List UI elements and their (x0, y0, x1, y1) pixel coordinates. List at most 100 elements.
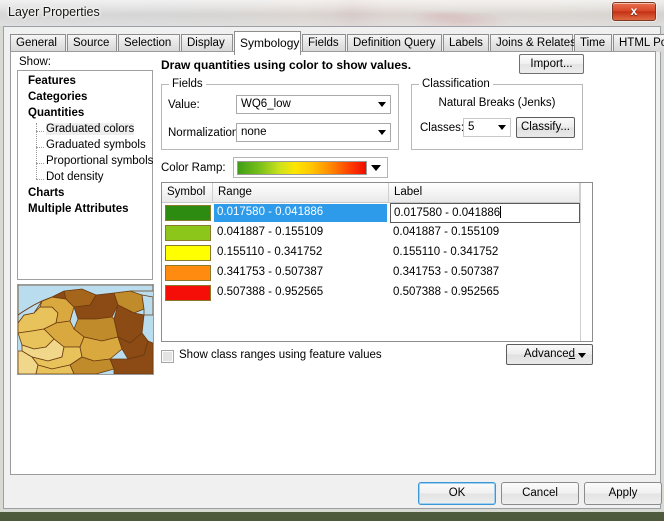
table-row[interactable]: 0.155110 - 0.341752 0.155110 - 0.341752 (162, 243, 592, 263)
import-button[interactable]: Import... (519, 54, 584, 74)
apply-button[interactable]: Apply (584, 482, 662, 505)
tree-connector-vertical-icon (36, 123, 37, 179)
window-client-area: General Source Selection Display Symbology Fi… (0, 26, 664, 512)
tab-label: Definition Query (353, 37, 436, 49)
normalization-combo[interactable]: none (236, 123, 391, 142)
tab-html-popup[interactable]: HTML Popup (613, 34, 664, 52)
show-class-ranges-label: Show class ranges using feature values (179, 349, 382, 361)
label-cell-text: 0.017580 - 0.041886 (394, 207, 501, 219)
symbol-swatch[interactable] (165, 225, 211, 241)
tab-fields[interactable]: Fields (302, 34, 346, 52)
value-field-combo[interactable]: WQ6_low (236, 95, 391, 114)
range-cell[interactable]: 0.507388 - 0.952565 (214, 284, 387, 302)
color-ramp-combo[interactable] (233, 157, 388, 178)
cancel-button[interactable]: Cancel (501, 482, 579, 505)
tree-item-charts[interactable]: Charts (28, 187, 64, 199)
tab-label: General (16, 37, 57, 49)
classes-combo[interactable]: 5 (463, 118, 511, 137)
symbology-tab-page: Show: Features Categories Quantities Gradua… (10, 51, 656, 475)
grid-header-row: Symbol Range Label (162, 183, 592, 203)
grid-header-symbol[interactable]: Symbol (162, 183, 213, 203)
advanced-button-label-underlined: d (568, 348, 576, 360)
tree-item-quantities[interactable]: Quantities (28, 107, 84, 119)
classes-selected: 5 (468, 121, 475, 133)
tree-item-proportional-symbols[interactable]: Proportional symbols (46, 155, 153, 167)
normalization-label: Normalization: (168, 127, 242, 139)
show-class-ranges-checkbox[interactable] (161, 350, 174, 363)
fields-group-title: Fields (169, 78, 206, 90)
page-headline: Draw quantities using color to show valu… (161, 58, 412, 72)
chevron-down-icon (498, 125, 506, 130)
map-preview-svg (18, 285, 153, 374)
tree-item-features[interactable]: Features (28, 75, 76, 87)
tab-label: HTML Popup (619, 37, 664, 49)
classify-button[interactable]: Classify... (516, 117, 575, 138)
show-tree[interactable]: Features Categories Quantities Graduated co… (17, 70, 153, 280)
range-cell[interactable]: 0.041887 - 0.155109 (214, 224, 387, 242)
tab-display[interactable]: Display (181, 34, 233, 52)
tree-item-categories[interactable]: Categories (28, 91, 87, 103)
grid-header-label[interactable]: Label (389, 183, 580, 203)
symbol-swatch[interactable] (165, 265, 211, 281)
fields-group: Fields Value: WQ6_low Normalization: non… (161, 78, 399, 150)
layer-properties-window: Layer Properties x General Source Selectio… (0, 0, 664, 512)
tab-label: Symbology (240, 36, 300, 50)
table-row[interactable]: 0.017580 - 0.041886 0.017580 - 0.041886 (162, 203, 592, 223)
close-icon[interactable]: x (612, 2, 656, 21)
value-field-selected: WQ6_low (241, 98, 291, 110)
map-preview-thumbnail (17, 284, 154, 375)
text-cursor (500, 206, 502, 218)
table-row[interactable]: 0.341753 - 0.507387 0.341753 - 0.507387 (162, 263, 592, 283)
normalization-selected: none (241, 126, 267, 138)
show-caption: Show: (19, 56, 51, 68)
color-ramp-swatch (237, 161, 367, 175)
label-cell[interactable]: 0.507388 - 0.952565 (390, 284, 580, 302)
grid-header-range[interactable]: Range (213, 183, 389, 203)
tab-general[interactable]: General (10, 34, 66, 52)
range-cell[interactable]: 0.017580 - 0.041886 (214, 204, 387, 222)
chevron-down-icon (371, 165, 381, 171)
symbol-swatch[interactable] (165, 245, 211, 261)
chevron-down-icon (578, 353, 586, 358)
tree-item-graduated-colors[interactable]: Graduated colors (46, 123, 135, 135)
tree-connector-icon (36, 179, 44, 180)
tree-connector-icon (36, 131, 44, 132)
tab-selection[interactable]: Selection (118, 34, 180, 52)
classification-method: Natural Breaks (Jenks) (438, 97, 556, 109)
table-row[interactable]: 0.041887 - 0.155109 0.041887 - 0.155109 (162, 223, 592, 243)
tab-label: Time (580, 37, 606, 49)
tab-labels[interactable]: Labels (443, 34, 489, 52)
tab-symbology[interactable]: Symbology (234, 31, 301, 55)
tree-item-dot-density[interactable]: Dot density (46, 171, 104, 183)
label-cell[interactable]: 0.041887 - 0.155109 (390, 224, 580, 242)
tab-label: Joins & Relates (496, 37, 576, 49)
table-row[interactable]: 0.507388 - 0.952565 0.507388 - 0.952565 (162, 283, 592, 303)
ok-button[interactable]: OK (418, 482, 496, 505)
label-cell[interactable]: 0.341753 - 0.507387 (390, 264, 580, 282)
label-cell[interactable]: 0.155110 - 0.341752 (390, 244, 580, 262)
tab-joins-relates[interactable]: Joins & Relates (490, 34, 576, 52)
label-cell[interactable]: 0.017580 - 0.041886 (390, 203, 580, 223)
tab-definition-query[interactable]: Definition Query (347, 34, 442, 52)
range-cell[interactable]: 0.341753 - 0.507387 (214, 264, 387, 282)
classes-label: Classes: (420, 122, 465, 134)
tree-connector-icon (36, 163, 44, 164)
range-cell[interactable]: 0.155110 - 0.341752 (214, 244, 387, 262)
tab-source[interactable]: Source (67, 34, 117, 52)
tab-label: Source (73, 37, 110, 49)
chevron-down-icon (378, 130, 386, 135)
tree-item-graduated-symbols[interactable]: Graduated symbols (46, 139, 146, 151)
tab-label: Labels (449, 37, 483, 49)
tree-connector-icon (36, 147, 44, 148)
dialog-panel: General Source Selection Display Symbology Fi… (3, 26, 664, 509)
symbol-swatch[interactable] (165, 205, 211, 221)
classification-group-title: Classification (419, 78, 493, 90)
tab-strip: General Source Selection Display Symbology Fi… (10, 31, 664, 55)
color-ramp-label: Color Ramp: (161, 162, 226, 174)
value-label: Value: (168, 99, 200, 111)
advanced-button[interactable]: Advanced (506, 344, 593, 365)
tab-time[interactable]: Time (574, 34, 612, 52)
symbol-swatch[interactable] (165, 285, 211, 301)
window-titlebar: Layer Properties x (0, 0, 664, 26)
tree-item-multiple-attributes[interactable]: Multiple Attributes (28, 203, 129, 215)
